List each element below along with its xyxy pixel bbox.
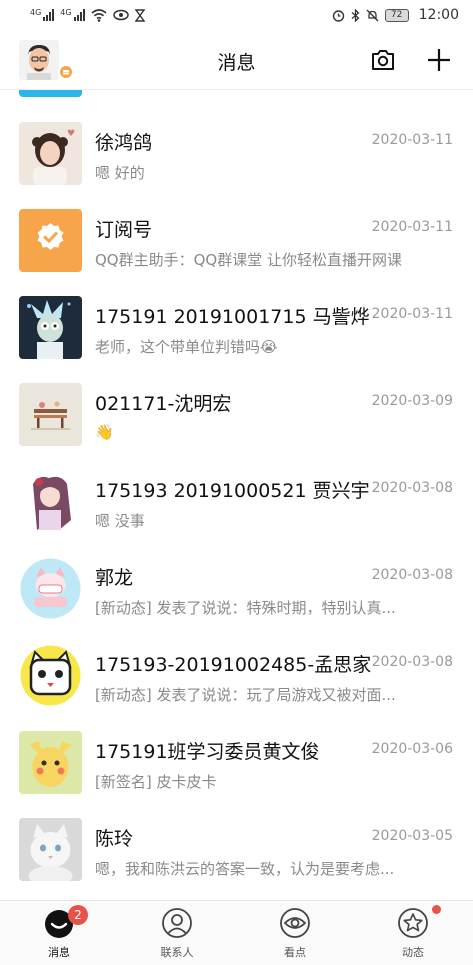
message-preview: QQ群主助手：QQ群课堂 让你轻松直播开网课 xyxy=(95,249,450,270)
message-tag: [新动态] xyxy=(95,686,152,704)
mute-icon xyxy=(366,9,379,21)
network-type-1: 4G xyxy=(30,8,42,17)
avatar xyxy=(19,557,82,620)
message-tag: [新签名] xyxy=(95,773,152,791)
contact-name: 175191班学习委员黄文俊 xyxy=(95,741,320,763)
top-bar: 消息 xyxy=(0,30,473,90)
status-bar: 4G 4G 72 12:00 xyxy=(0,0,473,30)
contact-name: 175193-20191002485-孟思家 xyxy=(95,654,372,676)
conversation-row[interactable]: 订阅号 2020-03-11 QQ群主助手：QQ群课堂 让你轻松直播开网课 xyxy=(0,197,473,284)
tab-label: 动态 xyxy=(402,946,424,959)
message-date: 2020-03-08 xyxy=(371,654,453,670)
message-date: 2020-03-11 xyxy=(371,219,453,235)
contact-name: 175193 20191000521 贾兴宇 xyxy=(95,480,370,502)
tab-label: 看点 xyxy=(284,946,306,959)
conversation-row[interactable]: 175193-20191002485-孟思家 2020-03-08 [新动态] … xyxy=(0,632,473,719)
conversation-row[interactable]: 陈玲 2020-03-05 嗯，我和陈洪云的答案一致，认为是要考虑... xyxy=(0,806,473,893)
tab-contacts[interactable]: 联系人 xyxy=(118,901,236,965)
message-date: 2020-03-11 xyxy=(371,306,453,322)
avatar xyxy=(19,644,82,707)
partial-avatar xyxy=(19,90,82,97)
message-text: 嗯 没事 xyxy=(95,512,145,530)
message-preview: 嗯 没事 xyxy=(95,510,450,531)
hourglass-icon xyxy=(134,8,145,22)
signal-icon-2: 4G xyxy=(60,8,85,21)
conversation-row[interactable]: 郭龙 2020-03-08 [新动态] 发表了说说：特殊时期，特别认真... xyxy=(0,545,473,632)
alarm-icon xyxy=(332,9,344,22)
tab-messages[interactable]: 2 消息 xyxy=(0,901,118,965)
conversation-row[interactable]: 175191班学习委员黄文俊 2020-03-06 [新签名] 皮卡皮卡 xyxy=(0,719,473,806)
notification-dot xyxy=(432,905,441,914)
camera-icon xyxy=(372,50,394,70)
bottom-tab-bar: 2 消息 联系人 看点 动态 xyxy=(0,900,473,965)
add-button[interactable] xyxy=(425,46,453,74)
avatar xyxy=(19,731,82,794)
camera-button[interactable] xyxy=(369,46,397,74)
plus-icon xyxy=(428,49,450,71)
tab-discover[interactable]: 看点 xyxy=(236,901,354,965)
avatar xyxy=(19,296,82,359)
message-text: QQ群主助手：QQ群课堂 让你轻松直播开网课 xyxy=(95,251,402,269)
message-preview: 嗯 好的 xyxy=(95,162,450,183)
status-bar-left: 4G 4G xyxy=(30,9,145,22)
message-text: 嗯，我和陈洪云的答案一致，认为是要考虑... xyxy=(95,860,395,878)
avatar xyxy=(19,818,82,881)
tab-label: 消息 xyxy=(48,946,70,959)
contact-name: 徐鸿鸽 xyxy=(95,132,153,154)
conversation-row[interactable]: 021171-沈明宏 2020-03-09 👋 xyxy=(0,371,473,458)
contacts-icon xyxy=(162,908,192,938)
avatar: ♥ xyxy=(19,122,82,185)
contact-name: 陈玲 xyxy=(95,828,134,850)
page-title: 消息 xyxy=(217,52,256,74)
message-date: 2020-03-08 xyxy=(371,567,453,583)
message-text: 发表了说说：玩了局游戏又被对面... xyxy=(151,686,396,704)
unread-badge: 2 xyxy=(68,905,88,925)
message-date: 2020-03-11 xyxy=(371,132,453,148)
signal-icon: 4G xyxy=(30,8,55,21)
tab-label: 联系人 xyxy=(160,946,194,959)
tab-feed[interactable]: 动态 xyxy=(354,901,472,965)
message-text: 老师，这个带单位判错吗😭 xyxy=(95,338,278,356)
message-preview: 老师，这个带单位判错吗😭 xyxy=(95,336,450,357)
wifi-icon xyxy=(91,8,107,22)
conversation-list[interactable]: ♥ 徐鸿鸽 2020-03-11 嗯 好的 订阅号 2020-03-11 QQ群… xyxy=(0,90,473,900)
avatar xyxy=(19,470,82,533)
eye-icon xyxy=(112,9,129,21)
svg-text:♥: ♥ xyxy=(67,129,75,139)
contact-name: 021171-沈明宏 xyxy=(95,393,232,415)
message-preview: 嗯，我和陈洪云的答案一致，认为是要考虑... xyxy=(95,858,450,879)
message-tag: [新动态] xyxy=(95,599,152,617)
message-preview: [新签名] 皮卡皮卡 xyxy=(95,771,450,792)
message-text: 👋 xyxy=(95,423,114,441)
avatar xyxy=(19,383,82,446)
avatar xyxy=(19,209,82,272)
contact-name: 订阅号 xyxy=(95,219,153,241)
eye-icon xyxy=(280,908,310,938)
contact-name: 175191 20191001715 马訾烨 xyxy=(95,306,370,328)
message-preview: [新动态] 发表了说说：玩了局游戏又被对面... xyxy=(95,684,450,705)
conversation-row[interactable]: ♥ 徐鸿鸽 2020-03-11 嗯 好的 xyxy=(0,110,473,197)
contact-name: 郭龙 xyxy=(95,567,134,589)
message-preview: [新动态] 发表了说说：特殊时期，特别认真... xyxy=(95,597,450,618)
star-icon xyxy=(398,908,428,938)
status-bar-right: 72 12:00 xyxy=(332,7,459,23)
battery-indicator: 72 xyxy=(384,8,409,22)
message-preview: 👋 xyxy=(95,423,450,441)
message-date: 2020-03-06 xyxy=(371,741,453,757)
message-date: 2020-03-09 xyxy=(371,393,453,409)
message-text: 发表了说说：特殊时期，特别认真... xyxy=(151,599,396,617)
message-date: 2020-03-05 xyxy=(371,828,453,844)
bluetooth-icon xyxy=(351,8,360,22)
clock: 12:00 xyxy=(418,7,459,23)
network-type-2: 4G xyxy=(60,8,72,17)
message-text: 皮卡皮卡 xyxy=(151,773,217,791)
conversation-row[interactable]: 175191 20191001715 马訾烨 2020-03-11 老师，这个带… xyxy=(0,284,473,371)
conversation-row[interactable]: 175193 20191000521 贾兴宇 2020-03-08 嗯 没事 xyxy=(0,458,473,545)
message-date: 2020-03-08 xyxy=(371,480,453,496)
message-text: 嗯 好的 xyxy=(95,164,145,182)
